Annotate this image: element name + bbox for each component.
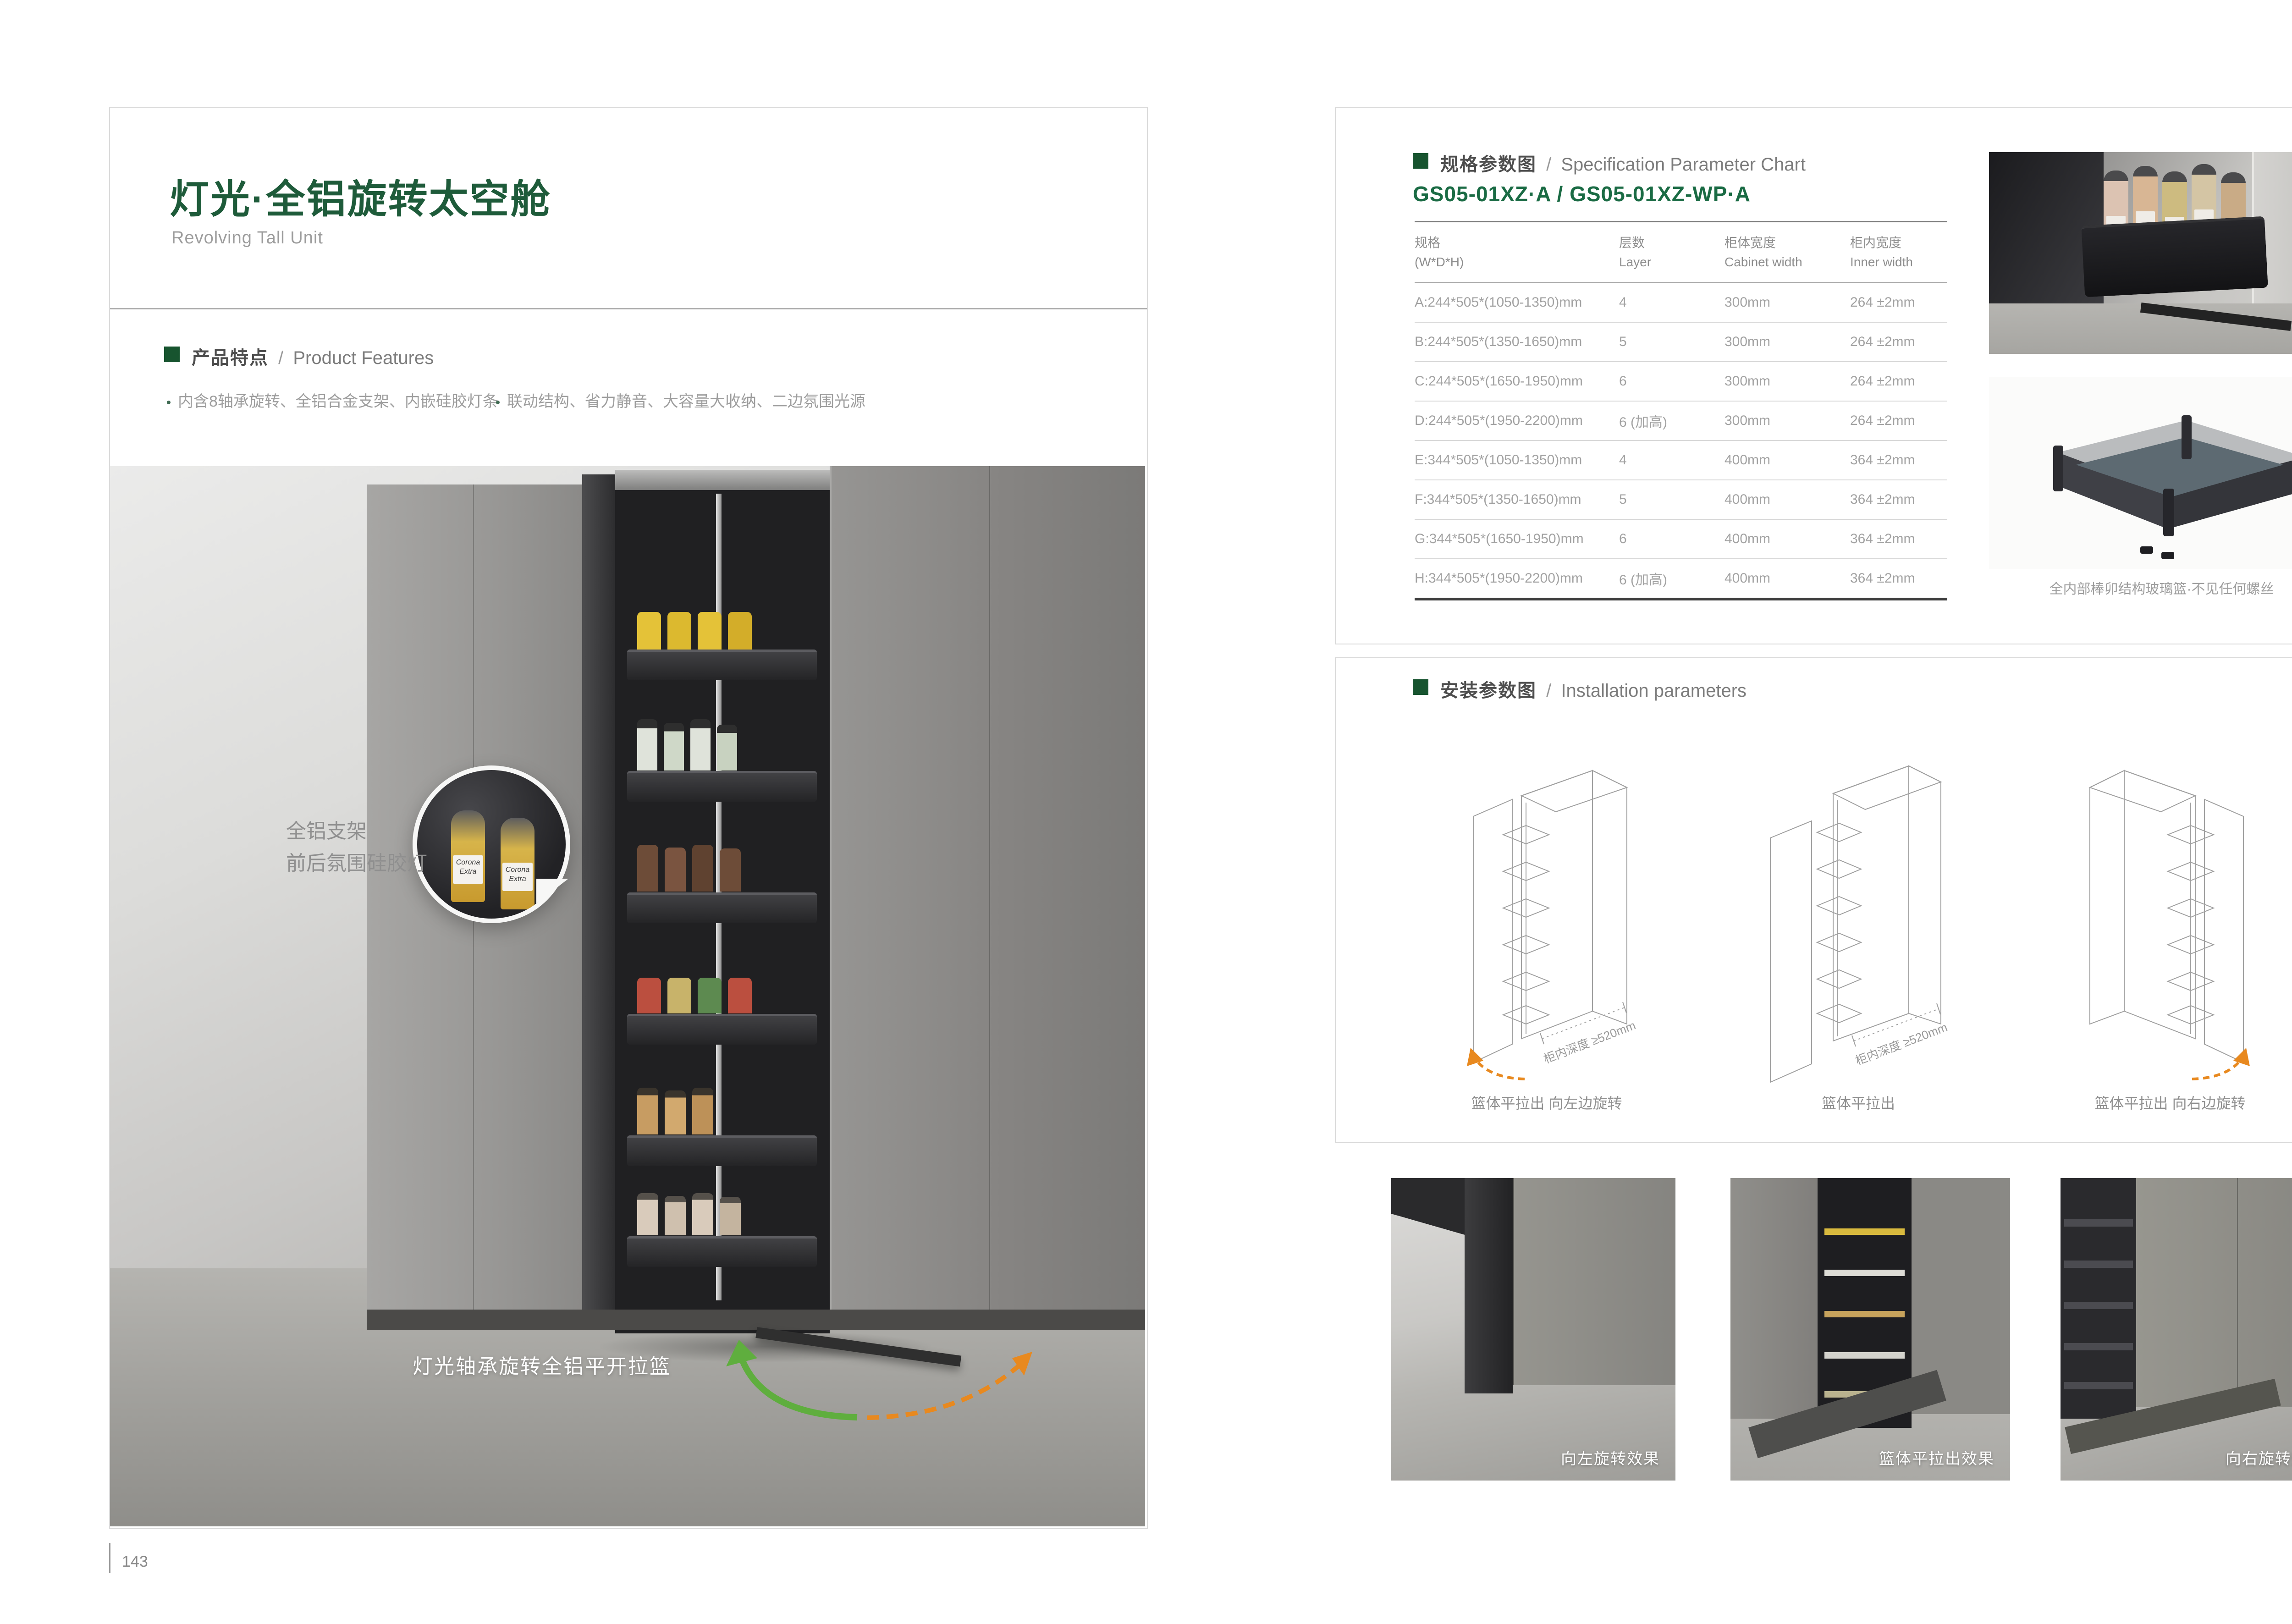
heading-slash: / — [274, 348, 288, 368]
section-marker-icon — [164, 347, 180, 362]
basket — [627, 1236, 817, 1267]
table-row: B:244*505*(1350-1650)mm 5 300mm 264 ±2mm — [1415, 323, 1947, 362]
product-photo-basket — [1989, 377, 2292, 569]
features-heading: 产品特点 / Product Features — [192, 343, 434, 369]
features-heading-cn: 产品特点 — [192, 348, 269, 368]
basket-photo-caption: 全内部棒卯结构玻璃篮·不见任何螺丝 — [1989, 578, 2292, 598]
title-divider — [110, 308, 1147, 309]
table-header: 规格(W*D*H) 层数Layer 柜体宽度Cabinet width 柜内宽度… — [1415, 221, 1947, 283]
feature-bullet: 内含8轴承旋转、全铝合金支架、内嵌硅胶灯条 — [167, 389, 498, 411]
bottle-row — [637, 610, 811, 650]
depth-dimension-label: 柜内深度 ≥520mm — [1853, 1020, 1949, 1068]
heading-slash: / — [1542, 681, 1556, 701]
photo-overlay-caption: 灯光轴承旋转全铝平开拉篮 — [413, 1350, 671, 1379]
catalog-spread: 灯光·全铝旋转太空舱 Revolving Tall Unit 产品特点 / Pr… — [0, 0, 2292, 1624]
diagram-caption: 篮体平拉出 向左边旋转 — [1405, 1092, 1689, 1113]
spec-heading-en: Specification Parameter Chart — [1561, 154, 1806, 175]
feature-bullet: 联动结构、省力静音、大容量大收纳、二边氛围光源 — [496, 389, 865, 411]
page-subtitle: Revolving Tall Unit — [171, 228, 323, 248]
bottle-label: Corona Extra — [453, 855, 483, 884]
section-marker-icon — [1413, 153, 1428, 169]
basket — [627, 1135, 817, 1166]
product-photo-bottles — [1989, 152, 2292, 354]
rotation-arrows-icon — [706, 1328, 1063, 1438]
open-door — [582, 474, 615, 1328]
bottle-row — [637, 845, 811, 892]
table-row: A:244*505*(1050-1350)mm 4 300mm 264 ±2mm — [1415, 283, 1947, 323]
effect-photo-caption: 向左旋转效果 — [1561, 1446, 1660, 1469]
install-diagram-right — [2028, 718, 2292, 1085]
diagram-caption: 篮体平拉出 — [1716, 1092, 2000, 1113]
install-heading-cn: 安装参数图 — [1440, 681, 1537, 701]
install-panel: 安装参数图 / Installation parameters — [1335, 657, 2292, 1143]
inset-pointer — [536, 879, 568, 903]
bottle-row — [637, 978, 811, 1013]
bottle-label: Corona Extra — [502, 863, 533, 891]
basket — [627, 892, 817, 923]
bottle-row — [637, 1193, 811, 1235]
effect-photo-caption: 向右旋转效果 — [2226, 1446, 2292, 1469]
table-row: C:244*505*(1650-1950)mm 6 300mm 264 ±2mm — [1415, 362, 1947, 402]
heading-slash: / — [1542, 154, 1556, 175]
basket — [627, 650, 817, 680]
model-numbers: GS05-01XZ·A / GS05-01XZ-WP·A — [1413, 182, 1751, 206]
page-title: 灯光·全铝旋转太空舱 — [170, 167, 551, 224]
spec-heading: 规格参数图 / Specification Parameter Chart — [1440, 149, 1806, 176]
effect-photo-pullout: 篮体平拉出效果 — [1730, 1178, 2010, 1481]
basket — [627, 1014, 817, 1045]
photo-callout: 全铝支架 前后氛围硅胶灯 — [286, 815, 427, 880]
plinth — [367, 1310, 1145, 1330]
table-row: H:344*505*(1950-2200)mm 6 (加高) 400mm 364… — [1415, 559, 1947, 600]
install-heading-en: Installation parameters — [1561, 681, 1747, 701]
section-marker-icon — [1413, 679, 1428, 695]
table-row: G:344*505*(1650-1950)mm 6 400mm 364 ±2mm — [1415, 520, 1947, 559]
table-row: E:344*505*(1050-1350)mm 4 400mm 364 ±2mm — [1415, 441, 1947, 480]
table-row: F:344*505*(1350-1650)mm 5 400mm 364 ±2mm — [1415, 480, 1947, 520]
diagram-caption: 篮体平拉出 向右边旋转 — [2028, 1092, 2292, 1113]
tall-unit-rail — [615, 470, 830, 490]
left-page-panel: 灯光·全铝旋转太空舱 Revolving Tall Unit 产品特点 / Pr… — [109, 107, 1148, 1529]
spec-heading-cn: 规格参数图 — [1440, 154, 1537, 175]
bottle-row — [637, 1088, 811, 1134]
table-row: D:244*505*(1950-2200)mm 6 (加高) 300mm 264… — [1415, 402, 1947, 441]
page-number-left: 143 — [122, 1553, 148, 1571]
bottle-row — [637, 719, 811, 771]
effect-photo-rotate-left: 向左旋转效果 — [1391, 1178, 1675, 1481]
effect-photo-rotate-right: 向右旋转效果 — [2061, 1178, 2292, 1481]
basket — [627, 771, 817, 802]
spec-panel: 规格参数图 / Specification Parameter Chart GS… — [1335, 107, 2292, 644]
spec-table: 规格(W*D*H) 层数Layer 柜体宽度Cabinet width 柜内宽度… — [1415, 221, 1947, 600]
install-heading: 安装参数图 / Installation parameters — [1440, 676, 1747, 702]
hero-photo: Corona Extra Corona Extra 全铝支架 前后氛围硅胶灯 灯… — [110, 466, 1145, 1526]
cabinet-right — [830, 466, 1145, 1310]
effect-photo-caption: 篮体平拉出效果 — [1879, 1446, 1994, 1469]
install-diagram-center: 柜内深度 ≥520mm — [1716, 718, 2000, 1085]
features-heading-en: Product Features — [293, 348, 434, 368]
page-number-tick — [109, 1543, 110, 1573]
install-diagram-left: 柜内深度 ≥520mm — [1405, 718, 1689, 1085]
